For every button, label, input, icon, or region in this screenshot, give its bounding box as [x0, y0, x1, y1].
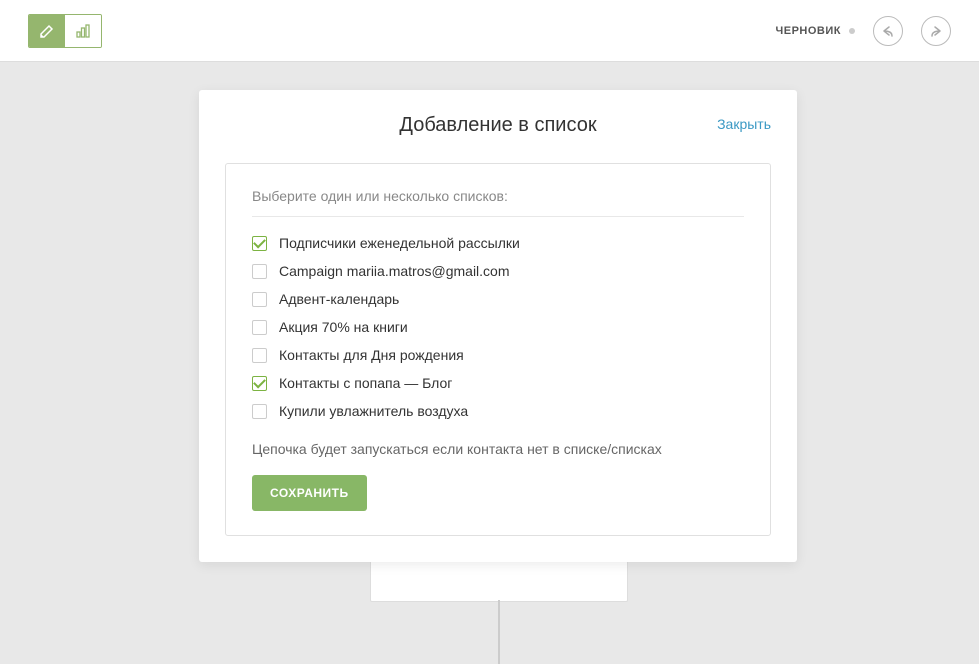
- status-text: ЧЕРНОВИК: [776, 25, 841, 37]
- undo-button[interactable]: [873, 16, 903, 46]
- stats-mode-button[interactable]: [65, 15, 101, 47]
- checkbox[interactable]: [252, 320, 267, 335]
- add-to-list-modal: Добавление в список Закрыть Выберите оди…: [199, 90, 797, 562]
- status-dot-icon: [849, 28, 855, 34]
- reply-right-icon: [928, 23, 944, 39]
- checkbox[interactable]: [252, 292, 267, 307]
- status-badge: ЧЕРНОВИК: [776, 25, 855, 37]
- pencil-icon: [38, 22, 56, 40]
- list-item-label: Campaign mariia.matros@gmail.com: [279, 263, 510, 279]
- modal-header: Добавление в список Закрыть: [199, 90, 797, 137]
- reply-left-icon: [880, 23, 896, 39]
- connector-line: [498, 600, 500, 664]
- list-item[interactable]: Контакты с попапа — Блог: [252, 375, 744, 391]
- list-item-label: Акция 70% на книги: [279, 319, 408, 335]
- top-bar: ЧЕРНОВИК: [0, 0, 979, 62]
- footnote-text: Цепочка будет запускаться если контакта …: [252, 441, 744, 457]
- list-item-label: Подписчики еженедельной рассылки: [279, 235, 520, 251]
- list-item[interactable]: Контакты для Дня рождения: [252, 347, 744, 363]
- list-item[interactable]: Campaign mariia.matros@gmail.com: [252, 263, 744, 279]
- checkbox[interactable]: [252, 404, 267, 419]
- list-item-label: Контакты с попапа — Блог: [279, 375, 452, 391]
- edit-mode-button[interactable]: [29, 15, 65, 47]
- bar-chart-icon: [74, 22, 92, 40]
- list-item[interactable]: Подписчики еженедельной рассылки: [252, 235, 744, 251]
- redo-button[interactable]: [921, 16, 951, 46]
- topbar-right: ЧЕРНОВИК: [776, 16, 951, 46]
- list-item-label: Контакты для Дня рождения: [279, 347, 464, 363]
- list-item[interactable]: Адвент-календарь: [252, 291, 744, 307]
- save-button[interactable]: СОХРАНИТЬ: [252, 475, 367, 511]
- list-item-label: Купили увлажнитель воздуха: [279, 403, 468, 419]
- mode-toggle: [28, 14, 102, 48]
- checkbox[interactable]: [252, 376, 267, 391]
- list-checkboxes: Подписчики еженедельной рассылки Campaign…: [252, 235, 744, 419]
- list-item-label: Адвент-календарь: [279, 291, 399, 307]
- list-item[interactable]: Купили увлажнитель воздуха: [252, 403, 744, 419]
- list-item[interactable]: Акция 70% на книги: [252, 319, 744, 335]
- checkbox[interactable]: [252, 236, 267, 251]
- instruction-text: Выберите один или несколько списков:: [252, 188, 744, 217]
- close-button[interactable]: Закрыть: [717, 116, 771, 132]
- checkbox[interactable]: [252, 348, 267, 363]
- modal-body: Выберите один или несколько списков: Под…: [225, 163, 771, 536]
- checkbox[interactable]: [252, 264, 267, 279]
- modal-title: Добавление в список: [225, 114, 771, 137]
